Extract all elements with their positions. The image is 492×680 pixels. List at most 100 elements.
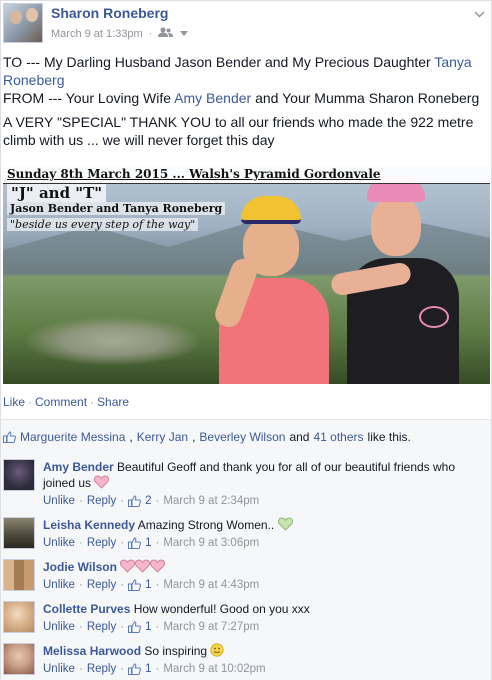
post-text: TO --- My Darling Husband Jason Bender a… <box>3 54 435 70</box>
comment-text: Leisha Kennedy Amazing Strong Women.. <box>43 517 483 533</box>
banner-date: Sunday 8th March 2015 ... <box>7 167 190 181</box>
commenter-name[interactable]: Collette Purves <box>43 602 130 616</box>
photo-jt-caption: "J" and "T" <box>7 184 107 202</box>
reply-link[interactable]: Reply <box>87 663 116 675</box>
pink-heart-icon <box>150 559 166 573</box>
others-link[interactable]: 41 others <box>313 430 363 444</box>
photo-banner-text: Sunday 8th March 2015 ... Walsh's Pyrami… <box>7 167 381 181</box>
photo-names-caption: Jason Bender and Tanya Roneberg <box>7 202 226 215</box>
face <box>243 218 299 276</box>
comment-meta: Unlike · Reply · 1 · March 9 at 10:02pm <box>43 663 266 675</box>
separator: · <box>28 395 33 409</box>
comment-like-count[interactable]: 1 <box>145 663 151 675</box>
likes-text: like this. <box>367 430 411 444</box>
comment-text: Melissa Harwood So inspiring <box>43 643 483 659</box>
avatar[interactable] <box>3 643 35 675</box>
separator: · <box>78 537 83 549</box>
separator: · <box>120 621 125 633</box>
unlike-link[interactable]: Unlike <box>43 495 75 507</box>
facebook-post: Sharon Roneberg March 9 at 1:33pm · TO -… <box>0 0 492 680</box>
unlike-link[interactable]: Unlike <box>43 663 75 675</box>
comment-timestamp[interactable]: March 9 at 2:34pm <box>163 495 259 507</box>
avatar[interactable] <box>3 601 35 633</box>
likes-summary: Marguerite Messina, Kerry Jan, Beverley … <box>1 419 491 453</box>
comment-meta: Unlike · Reply · 1 · March 9 at 4:43pm <box>43 579 259 591</box>
friends-icon[interactable] <box>158 27 174 41</box>
thumbs-up-icon <box>3 431 16 443</box>
thumbs-up-icon[interactable] <box>128 537 142 549</box>
thumbs-up-icon[interactable] <box>128 621 142 633</box>
author-avatar[interactable] <box>3 3 43 43</box>
reply-link[interactable]: Reply <box>87 621 116 633</box>
avatar-face <box>10 10 22 24</box>
separator: · <box>120 495 125 507</box>
commenter-name[interactable]: Jodie Wilson <box>43 560 117 574</box>
post-timestamp[interactable]: March 9 at 1:33pm <box>51 28 143 40</box>
reply-link[interactable]: Reply <box>87 495 116 507</box>
comment-link[interactable]: Comment <box>35 395 87 409</box>
separator: · <box>78 663 83 675</box>
author-name[interactable]: Sharon Roneberg <box>51 5 168 21</box>
reply-link[interactable]: Reply <box>87 579 116 591</box>
separator: · <box>78 579 83 591</box>
comment-timestamp[interactable]: March 9 at 10:02pm <box>163 663 265 675</box>
smiley-icon <box>210 643 225 657</box>
comment-timestamp[interactable]: March 9 at 7:27pm <box>163 621 259 633</box>
liker-link[interactable]: Beverley Wilson <box>199 430 285 444</box>
comment-text: Amy Bender Beautiful Geoff and thank you… <box>43 459 483 491</box>
post-photo[interactable]: Sunday 8th March 2015 ... Walsh's Pyrami… <box>3 166 490 384</box>
separator: · <box>120 537 125 549</box>
post-body: TO --- My Darling Husband Jason Bender a… <box>3 53 489 155</box>
separator: · <box>120 579 125 591</box>
separator: · <box>120 663 125 675</box>
post-header: Sharon Roneberg March 9 at 1:33pm · <box>3 3 491 43</box>
comment-timestamp[interactable]: March 9 at 4:43pm <box>163 579 259 591</box>
liker-link[interactable]: Marguerite Messina <box>20 430 125 444</box>
comment-meta: Unlike · Reply · 1 · March 9 at 7:27pm <box>43 621 259 633</box>
comment-meta: Unlike · Reply · 2 · March 9 at 2:34pm <box>43 495 259 507</box>
comment-text: Collette Purves How wonderful! Good on y… <box>43 601 483 617</box>
separator: · <box>155 537 160 549</box>
separator: · <box>155 579 160 591</box>
thumbs-up-icon[interactable] <box>128 495 142 507</box>
photo-banner: Sunday 8th March 2015 ... Walsh's Pyrami… <box>3 166 490 184</box>
tagged-link-amy[interactable]: Amy Bender <box>174 90 251 106</box>
separator: · <box>155 495 160 507</box>
separator: · <box>78 621 83 633</box>
banner-place: Walsh's Pyramid Gordonvale <box>189 167 381 181</box>
liker-link[interactable]: Kerry Jan <box>137 430 188 444</box>
thumbs-up-icon[interactable] <box>128 579 142 591</box>
comment-like-count[interactable]: 2 <box>145 495 151 507</box>
avatar[interactable] <box>3 459 35 491</box>
unlike-link[interactable]: Unlike <box>43 621 75 633</box>
comment-text: Jodie Wilson <box>43 559 483 575</box>
separator: · <box>155 663 160 675</box>
share-link[interactable]: Share <box>97 395 129 409</box>
commenter-name[interactable]: Melissa Harwood <box>43 644 141 658</box>
commenter-name[interactable]: Leisha Kennedy <box>43 518 135 532</box>
separator: , <box>192 430 196 444</box>
comment-timestamp[interactable]: March 9 at 3:06pm <box>163 537 259 549</box>
commenter-name[interactable]: Amy Bender <box>43 460 114 474</box>
post-meta: March 9 at 1:33pm · <box>51 27 189 41</box>
shirt-logo <box>419 306 449 328</box>
comment-like-count[interactable]: 1 <box>145 579 151 591</box>
unlike-link[interactable]: Unlike <box>43 537 75 549</box>
chevron-down-icon[interactable] <box>180 28 189 40</box>
like-link[interactable]: Like <box>3 395 25 409</box>
post-line-to: TO --- My Darling Husband Jason Bender a… <box>3 53 489 107</box>
post-text: and Your Mumma Sharon Roneberg <box>251 90 480 106</box>
likes-text: and <box>289 430 310 444</box>
avatar[interactable] <box>3 559 35 591</box>
separator: · <box>155 621 160 633</box>
comment-like-count[interactable]: 1 <box>145 537 151 549</box>
separator: · <box>148 28 153 40</box>
avatar-face <box>26 8 38 22</box>
thumbs-up-icon[interactable] <box>128 663 142 675</box>
avatar[interactable] <box>3 517 35 549</box>
post-options-chevron-icon[interactable] <box>474 7 485 21</box>
comment-like-count[interactable]: 1 <box>145 621 151 633</box>
unlike-link[interactable]: Unlike <box>43 579 75 591</box>
reply-link[interactable]: Reply <box>87 537 116 549</box>
post-line-thanks: A VERY "SPECIAL" THANK YOU to all our fr… <box>3 114 474 148</box>
